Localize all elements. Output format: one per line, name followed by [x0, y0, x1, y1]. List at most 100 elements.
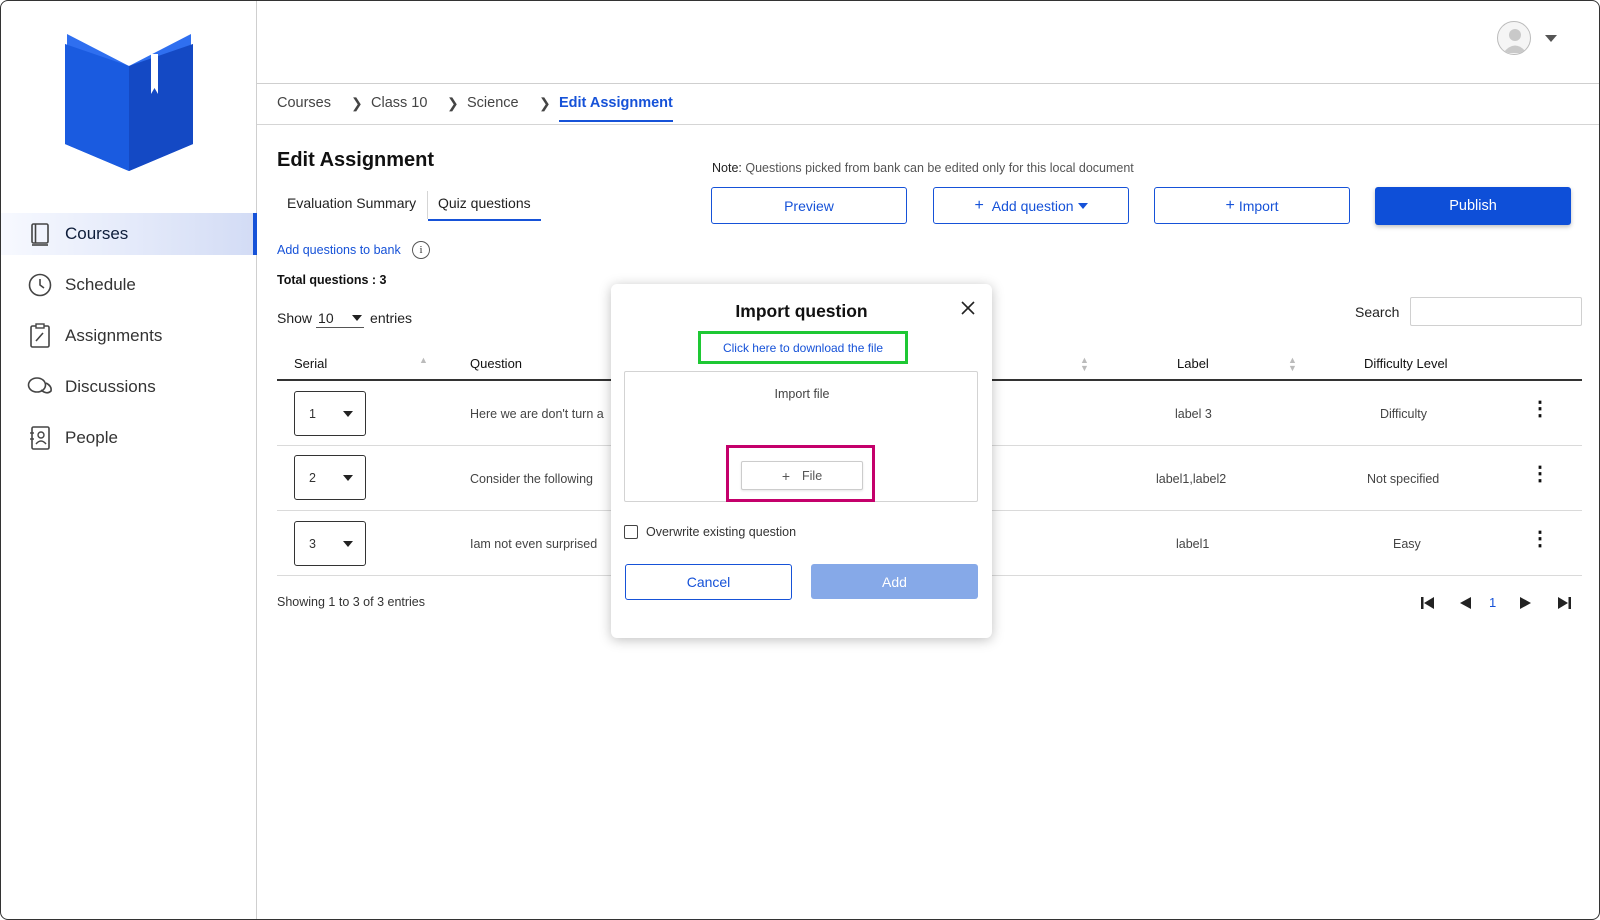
avatar[interactable]: [1497, 21, 1531, 55]
column-header-question[interactable]: Question: [470, 356, 522, 371]
question-cell: Here we are don't turn a: [470, 407, 604, 421]
first-page-icon[interactable]: [1420, 593, 1436, 613]
clipboard-icon: [27, 323, 53, 349]
breadcrumb-current: Edit Assignment: [559, 95, 673, 122]
download-highlight: Click here to download the file: [698, 331, 908, 364]
question-cell: Consider the following: [470, 472, 593, 486]
entries-select[interactable]: 10: [316, 308, 365, 328]
breadcrumb-item[interactable]: Science: [467, 95, 519, 111]
import-question-dialog: Import question Click here to download t…: [611, 284, 992, 638]
user-icon: [1503, 29, 1527, 53]
import-label: Import: [1238, 197, 1279, 214]
sidebar-item-label: Discussions: [65, 377, 156, 396]
caret-down-icon: [343, 410, 353, 417]
more-options-icon[interactable]: ⋮: [1530, 464, 1550, 484]
question-cell: Iam not even surprised: [470, 537, 598, 551]
serial-select[interactable]: 1: [294, 391, 366, 436]
caret-down-icon: [1077, 202, 1088, 209]
contacts-icon: [27, 425, 53, 451]
chevron-right-icon: ❯: [351, 95, 363, 111]
publish-button[interactable]: Publish: [1375, 187, 1571, 225]
top-bar: [257, 1, 1599, 84]
overwrite-checkbox[interactable]: [624, 525, 638, 539]
sidebar-item-assignments[interactable]: Assignments: [1, 315, 257, 357]
difficulty-cell: Not specified: [1367, 472, 1440, 486]
current-page[interactable]: 1: [1489, 595, 1496, 610]
caret-down-icon: [343, 540, 353, 547]
sort-icon[interactable]: ▲ ▼: [1288, 356, 1297, 373]
sidebar-item-label: Assignments: [65, 326, 163, 345]
app-window: Courses Schedule Assignments Discussions…: [0, 0, 1600, 920]
plus-icon: +: [1225, 196, 1235, 214]
note-prefix: Note:: [712, 161, 742, 175]
more-options-icon[interactable]: ⋮: [1530, 399, 1550, 419]
note-text: Note: Questions picked from bank can be …: [712, 161, 1134, 175]
column-header-difficulty[interactable]: Difficulty Level: [1364, 356, 1448, 371]
tab-evaluation-summary[interactable]: Evaluation Summary: [277, 195, 426, 221]
serial-value: 2: [309, 470, 316, 485]
info-icon[interactable]: i: [412, 241, 430, 259]
chat-icon: [27, 374, 53, 400]
next-page-icon[interactable]: [1519, 593, 1533, 613]
add-button[interactable]: Add: [811, 564, 978, 599]
breadcrumb-item[interactable]: Class 10: [371, 95, 427, 111]
serial-value: 1: [309, 406, 316, 421]
file-highlight: + File: [726, 445, 875, 502]
show-entries: Show 10 entries: [277, 308, 412, 328]
more-options-icon[interactable]: ⋮: [1530, 529, 1550, 549]
show-label: Show: [277, 310, 313, 326]
sort-icon[interactable]: ▲: [419, 356, 428, 365]
difficulty-cell: Easy: [1393, 537, 1421, 551]
clock-icon: [27, 272, 53, 298]
sidebar-item-discussions[interactable]: Discussions: [1, 366, 257, 408]
column-header-label[interactable]: Label: [1177, 356, 1209, 371]
add-question-label: Add question: [991, 197, 1074, 214]
breadcrumb-item[interactable]: Courses: [277, 95, 331, 111]
caret-down-icon: [352, 314, 363, 321]
caret-down-icon: [343, 474, 353, 481]
sidebar: Courses Schedule Assignments Discussions…: [1, 1, 257, 919]
download-file-link[interactable]: Click here to download the file: [723, 341, 883, 355]
previous-page-icon[interactable]: [1458, 593, 1472, 613]
sidebar-item-schedule[interactable]: Schedule: [1, 264, 257, 306]
file-button[interactable]: + File: [741, 461, 863, 490]
showing-entries: Showing 1 to 3 of 3 entries: [277, 595, 426, 609]
file-button-label: File: [802, 468, 823, 483]
overwrite-option: Overwrite existing question: [624, 525, 796, 539]
plus-icon: +: [781, 467, 791, 484]
sidebar-item-label: People: [65, 428, 118, 447]
breadcrumb: Courses ❯ Class 10 ❯ Science ❯ Edit Assi…: [257, 85, 1599, 125]
close-icon[interactable]: [960, 300, 976, 316]
add-to-bank-link[interactable]: Add questions to bank: [277, 243, 401, 257]
page-title: Edit Assignment: [277, 149, 435, 171]
entries-value: 10: [318, 309, 334, 326]
sort-icon[interactable]: ▲ ▼: [1080, 356, 1089, 373]
serial-value: 3: [309, 536, 316, 551]
difficulty-cell: Difficulty: [1380, 407, 1428, 421]
book-icon: [27, 221, 53, 247]
sidebar-item-courses[interactable]: Courses: [1, 213, 257, 255]
chevron-down-icon[interactable]: [1545, 35, 1557, 42]
note-body: Questions picked from bank can be edited…: [745, 161, 1134, 175]
chevron-right-icon: ❯: [447, 95, 459, 111]
cancel-button[interactable]: Cancel: [625, 564, 792, 600]
tab-quiz-questions[interactable]: Quiz questions: [428, 195, 541, 221]
preview-button[interactable]: Preview: [711, 187, 907, 224]
label-cell: label1,label2: [1156, 472, 1227, 486]
last-page-icon[interactable]: [1556, 593, 1572, 613]
serial-select[interactable]: 3: [294, 521, 366, 566]
label-cell: label 3: [1175, 407, 1212, 421]
import-file-area: Import file + File: [624, 371, 978, 502]
search-label: Search: [1355, 304, 1400, 320]
serial-select[interactable]: 2: [294, 455, 366, 500]
add-question-button[interactable]: + Add question: [933, 187, 1129, 224]
label-cell: label1: [1176, 537, 1210, 551]
search-input[interactable]: [1410, 297, 1582, 326]
sidebar-item-people[interactable]: People: [1, 417, 257, 459]
import-file-label: Import file: [774, 387, 830, 401]
column-header-serial[interactable]: Serial: [294, 356, 327, 371]
chevron-right-icon: ❯: [539, 95, 551, 111]
dialog-title: Import question: [735, 301, 868, 321]
import-button[interactable]: + Import: [1154, 187, 1350, 224]
book-logo: [61, 26, 197, 171]
